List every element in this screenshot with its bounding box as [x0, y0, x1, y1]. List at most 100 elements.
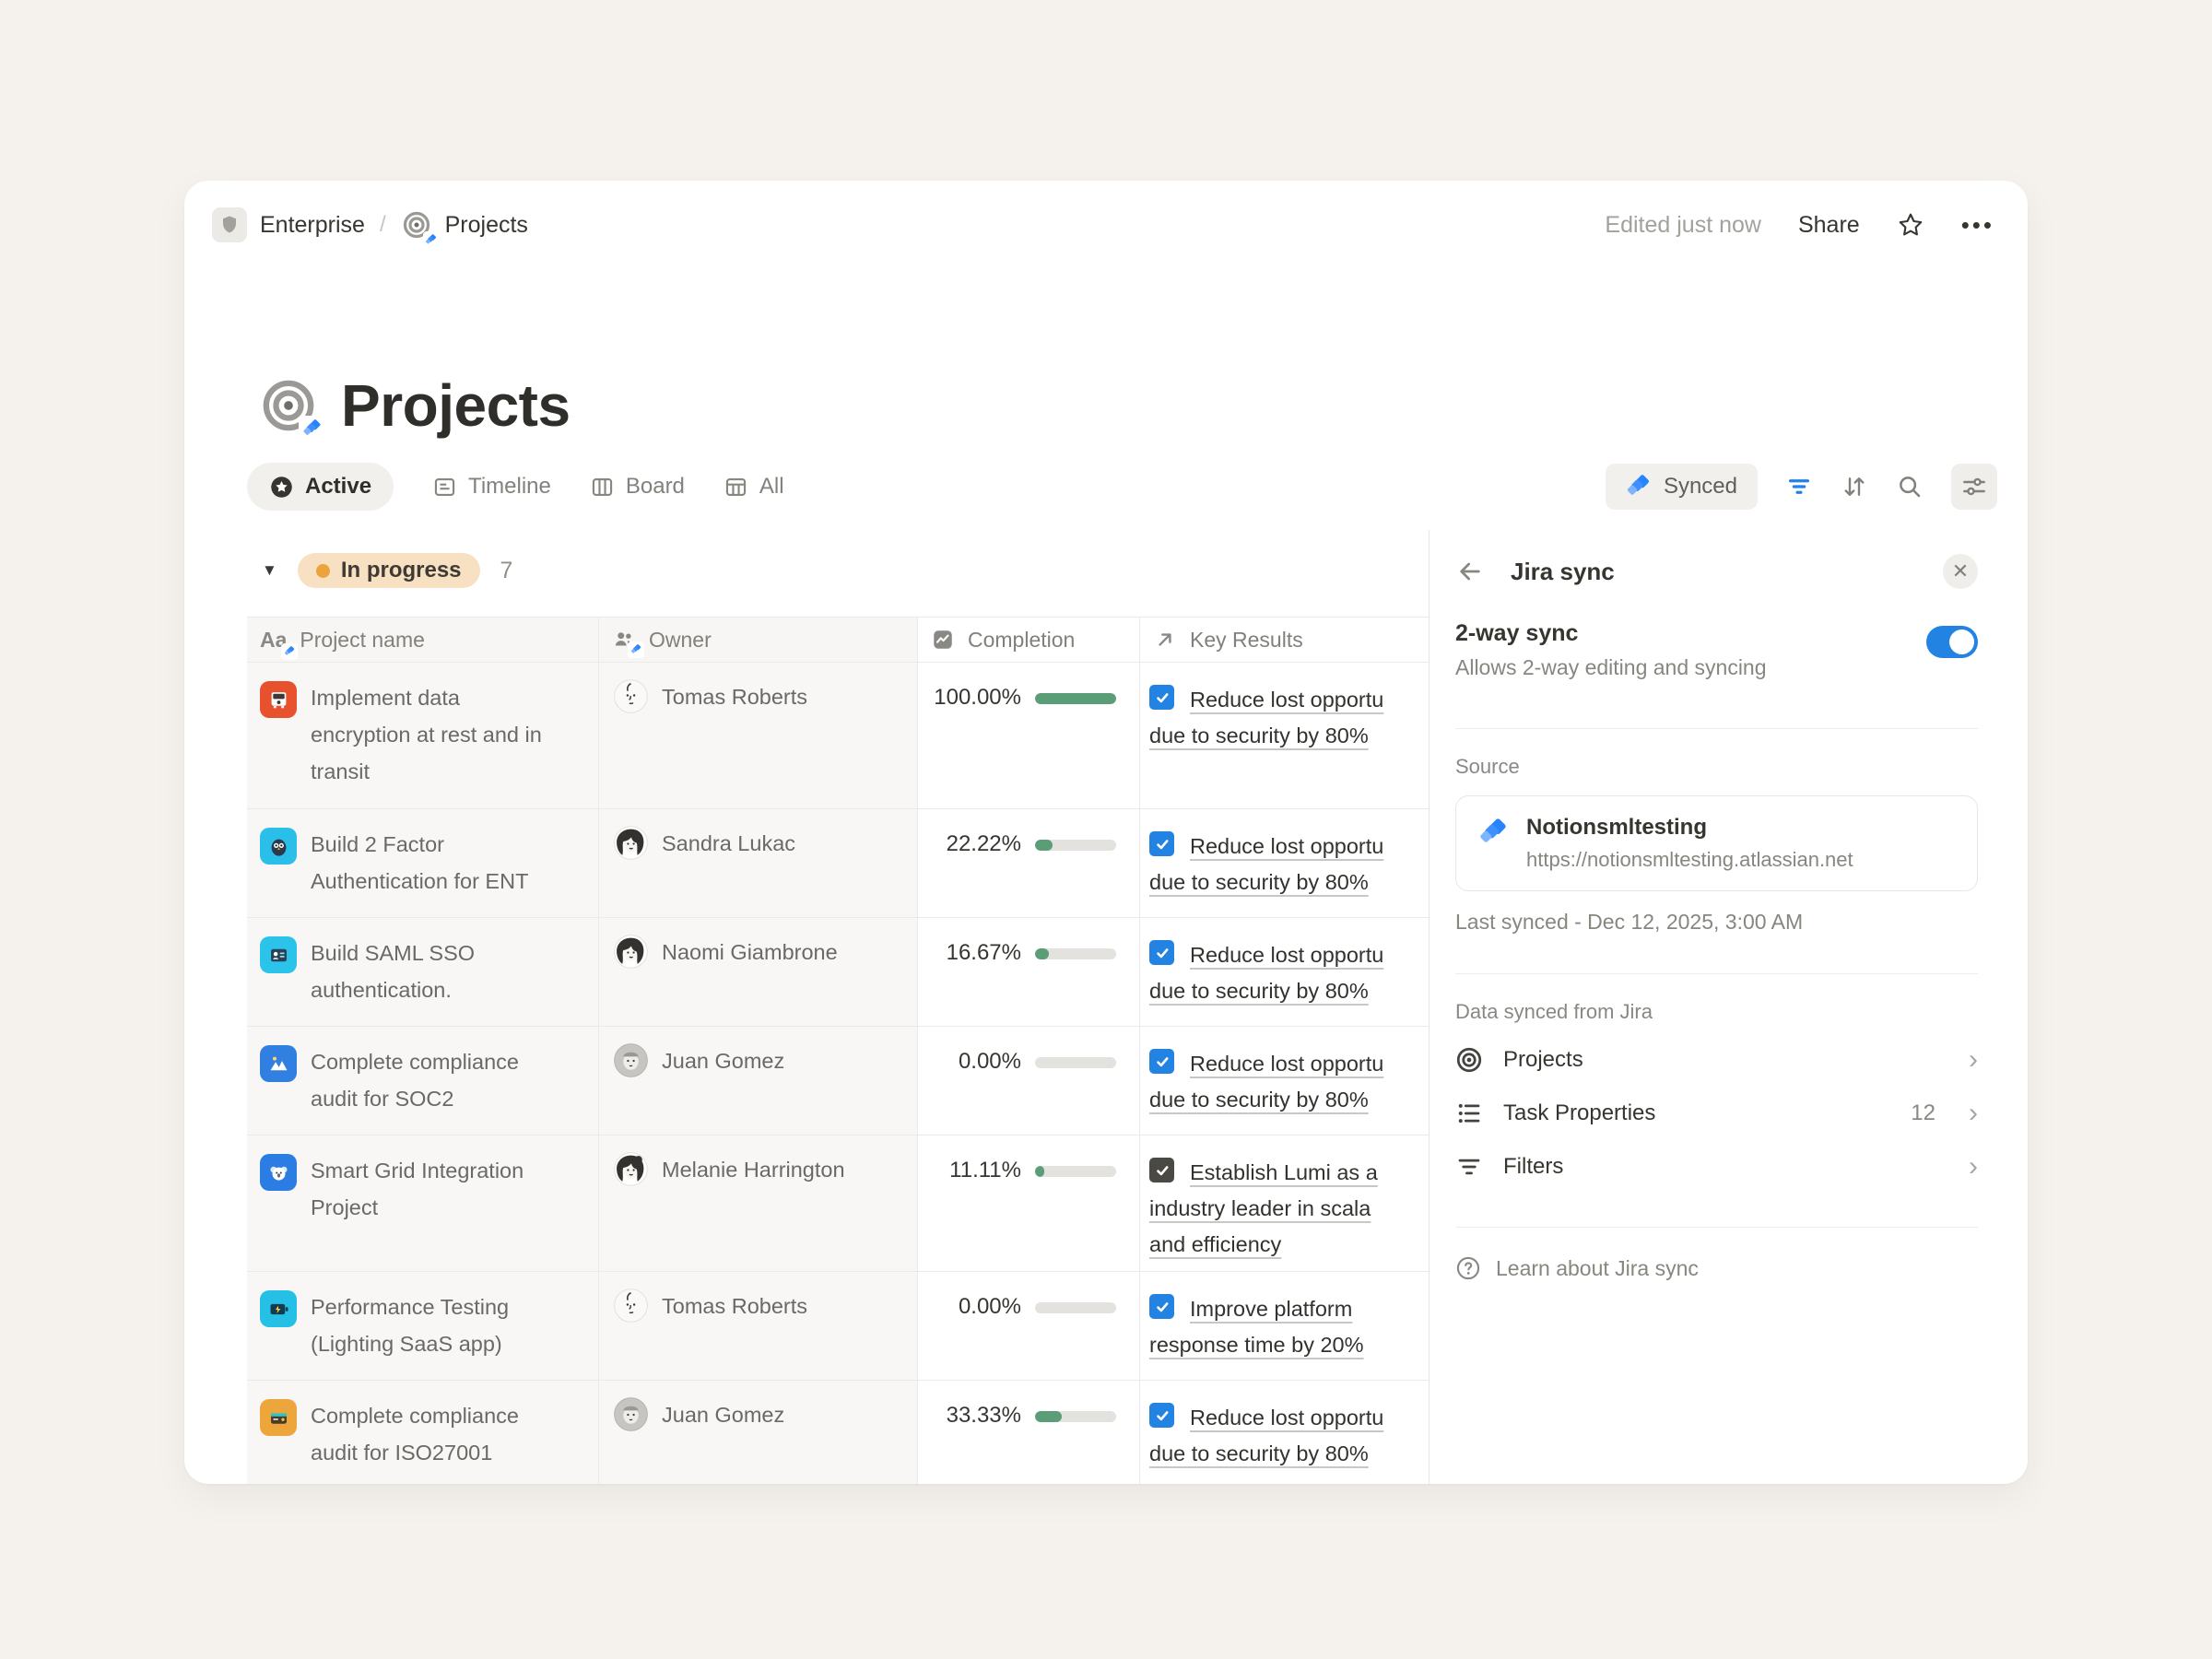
tab-all[interactable]: All [724, 474, 784, 500]
collapse-triangle-icon[interactable]: ▼ [262, 561, 277, 580]
completion-cell[interactable]: 0.00% [918, 1272, 1140, 1380]
topbar-actions: Edited just now Share ••• [1605, 211, 1994, 240]
jira-badge-icon [299, 416, 324, 441]
view-tabs: Active Timeline Board All [247, 463, 784, 511]
panel-item-label: Task Properties [1503, 1100, 1655, 1126]
status-pill[interactable]: In progress [298, 553, 480, 588]
key-results-cell[interactable]: Reduce lost opportu due to security by 8… [1140, 809, 1430, 917]
group-count: 7 [500, 558, 513, 584]
key-result-link[interactable]: due to security by 80% [1149, 1436, 1430, 1472]
key-results-cell[interactable]: Reduce lost opportu due to security by 8… [1140, 663, 1430, 808]
project-name-cell[interactable]: Implement data encryption at rest and in… [247, 663, 599, 808]
breadcrumb-separator: / [378, 212, 388, 238]
project-icon-wallet [260, 1399, 297, 1436]
key-result-link[interactable]: Reduce lost opportu [1190, 1400, 1430, 1436]
completion-cell[interactable]: 100.00% [918, 663, 1140, 808]
key-result-link[interactable]: and efficiency [1149, 1227, 1430, 1263]
panel-item-task-properties[interactable]: Task Properties 12 › [1455, 1087, 1978, 1140]
key-results-cell[interactable]: Reduce lost opportu due to security by 8… [1140, 1381, 1430, 1484]
completion-cell[interactable]: 16.67% [918, 918, 1140, 1026]
table-row: Smart Grid Integration Project Melanie H… [247, 1135, 1430, 1272]
synced-button[interactable]: Synced [1606, 464, 1758, 510]
progress-bar [1035, 948, 1116, 959]
back-arrow-icon[interactable] [1455, 557, 1485, 586]
column-header-completion[interactable]: Completion [918, 618, 1140, 662]
owner-cell[interactable]: Tomas Roberts [599, 1272, 918, 1380]
completion-cell[interactable]: 22.22% [918, 809, 1140, 917]
project-name-cell[interactable]: Complete compliance audit for SOC2 [247, 1027, 599, 1135]
checkbox-icon[interactable] [1149, 685, 1174, 710]
breadcrumb: Enterprise / Projects [212, 207, 528, 242]
jira-icon [1478, 818, 1508, 848]
column-header-project-name[interactable]: Aa Project name [247, 618, 599, 662]
project-name-cell[interactable]: Build SAML SSO authentication. [247, 918, 599, 1026]
key-result-link[interactable]: industry leader in scala [1149, 1191, 1430, 1227]
key-results-cell[interactable]: Reduce lost opportu due to security by 8… [1140, 1027, 1430, 1135]
key-result-link[interactable]: due to security by 80% [1149, 973, 1430, 1009]
tab-label: Active [305, 474, 371, 500]
tab-active[interactable]: Active [247, 463, 394, 511]
project-name-cell[interactable]: Smart Grid Integration Project [247, 1135, 599, 1271]
arrow-up-right-icon [1153, 628, 1177, 652]
key-result-link[interactable]: Reduce lost opportu [1190, 829, 1430, 865]
project-name-cell[interactable]: Complete compliance audit for ISO27001 [247, 1381, 599, 1484]
project-name-cell[interactable]: Build 2 Factor Authentication for ENT [247, 809, 599, 917]
completion-cell[interactable]: 11.11% [918, 1135, 1140, 1271]
project-name-cell[interactable]: Performance Testing (Lighting SaaS app) [247, 1272, 599, 1380]
synced-label: Synced [1664, 474, 1737, 500]
two-way-sync-toggle[interactable] [1926, 626, 1978, 658]
checkbox-icon[interactable] [1149, 1049, 1174, 1074]
status-label: In progress [341, 558, 462, 583]
key-results-cell[interactable]: Improve platform response time by 20% [1140, 1272, 1430, 1380]
sort-icon[interactable] [1841, 473, 1868, 500]
owner-cell[interactable]: Juan Gomez [599, 1381, 918, 1484]
checkbox-icon[interactable] [1149, 1158, 1174, 1182]
panel-item-projects[interactable]: Projects › [1455, 1033, 1978, 1087]
more-options-icon[interactable]: ••• [1961, 211, 1994, 240]
people-icon [612, 628, 636, 652]
checkbox-icon[interactable] [1149, 940, 1174, 965]
share-button[interactable]: Share [1798, 212, 1860, 239]
key-result-link[interactable]: Reduce lost opportu [1190, 1046, 1430, 1082]
view-settings-button[interactable] [1951, 464, 1997, 510]
column-header-owner[interactable]: Owner [599, 618, 918, 662]
page-header: Projects [262, 371, 571, 441]
column-header-key-results[interactable]: Key Results [1140, 618, 1430, 662]
key-result-link[interactable]: Reduce lost opportu [1190, 682, 1430, 718]
key-result-link[interactable]: response time by 20% [1149, 1327, 1430, 1363]
key-result-link[interactable]: Reduce lost opportu [1190, 937, 1430, 973]
search-icon[interactable] [1896, 473, 1924, 500]
tab-timeline[interactable]: Timeline [432, 474, 551, 500]
completion-cell[interactable]: 0.00% [918, 1027, 1140, 1135]
key-results-cell[interactable]: Reduce lost opportu due to security by 8… [1140, 918, 1430, 1026]
source-card[interactable]: Notionsmltesting https://notionsmltestin… [1455, 795, 1978, 891]
owner-cell[interactable]: Tomas Roberts [599, 663, 918, 808]
key-result-link[interactable]: Improve platform [1190, 1291, 1430, 1327]
data-synced-list: Projects › Task Properties 12 › Filters … [1455, 1033, 1978, 1194]
panel-item-filters[interactable]: Filters › [1455, 1140, 1978, 1194]
breadcrumb-page[interactable]: Projects [445, 212, 528, 239]
checkbox-icon[interactable] [1149, 1294, 1174, 1319]
owner-cell[interactable]: Melanie Harrington [599, 1135, 918, 1271]
tab-label: Timeline [468, 474, 551, 500]
key-result-link[interactable]: due to security by 80% [1149, 865, 1430, 900]
checkbox-icon[interactable] [1149, 831, 1174, 856]
key-result-link[interactable]: Establish Lumi as a [1190, 1155, 1430, 1191]
group-header: ▼ In progress 7 [262, 553, 512, 588]
checkbox-icon[interactable] [1149, 1403, 1174, 1428]
owner-cell[interactable]: Sandra Lukac [599, 809, 918, 917]
filter-icon[interactable] [1785, 473, 1813, 500]
owner-cell[interactable]: Juan Gomez [599, 1027, 918, 1135]
owner-cell[interactable]: Naomi Giambrone [599, 918, 918, 1026]
close-icon[interactable]: ✕ [1943, 554, 1978, 589]
key-result-link[interactable]: due to security by 80% [1149, 718, 1430, 754]
progress-bar [1035, 1302, 1116, 1313]
favorite-star-icon[interactable] [1897, 211, 1924, 239]
completion-cell[interactable]: 33.33% [918, 1381, 1140, 1484]
table-header: Aa Project name Owner [247, 617, 1430, 663]
breadcrumb-workspace[interactable]: Enterprise [260, 212, 365, 239]
learn-about-jira-sync-link[interactable]: Learn about Jira sync [1455, 1255, 1978, 1281]
key-results-cell[interactable]: Establish Lumi as a industry leader in s… [1140, 1135, 1430, 1271]
key-result-link[interactable]: due to security by 80% [1149, 1082, 1430, 1118]
tab-board[interactable]: Board [590, 474, 685, 500]
